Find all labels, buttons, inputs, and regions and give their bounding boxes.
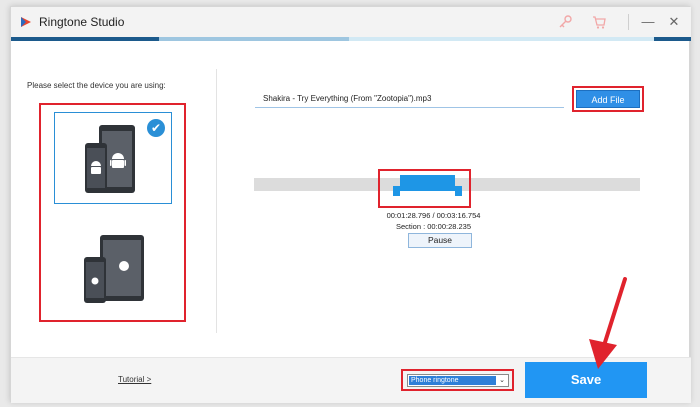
pause-button[interactable]: Pause [408,233,472,248]
file-name-field[interactable]: Shakira - Try Everything (From "Zootopia… [255,90,564,108]
playback-position: 00:01:28.796 / 00:03:16.754 [386,211,481,220]
titlebar-separator [628,14,629,30]
app-logo-icon [21,17,31,27]
section-length: Section : 00:00:28.235 [395,222,472,231]
selected-check-icon: ✔ [147,119,165,137]
ringtone-type-value: Phone ringtone [409,376,496,385]
step-progress-bar [11,37,691,41]
selection-highlight-box [378,169,471,208]
ringtone-type-select[interactable]: Phone ringtone ⌄ [407,374,509,387]
cart-icon[interactable] [591,14,607,30]
add-file-button[interactable]: Add File [576,90,640,108]
tutorial-link[interactable]: Tutorial > [118,375,151,384]
title-bar: Ringtone Studio — ✕ [11,7,691,37]
close-button[interactable]: ✕ [664,12,684,32]
key-icon[interactable] [557,14,573,30]
app-window: Ringtone Studio — ✕ Please select the de… [10,6,691,403]
apple-devices-icon [84,235,144,303]
device-option-android[interactable]: ✔ [54,112,172,204]
window-title: Ringtone Studio [39,15,125,29]
chevron-down-icon: ⌄ [499,377,505,384]
device-select-prompt: Please select the device you are using: [27,81,166,90]
pointer-arrow-icon [589,277,627,369]
device-option-apple[interactable] [54,229,172,309]
minimize-button[interactable]: — [638,12,658,32]
panel-divider [216,69,217,333]
